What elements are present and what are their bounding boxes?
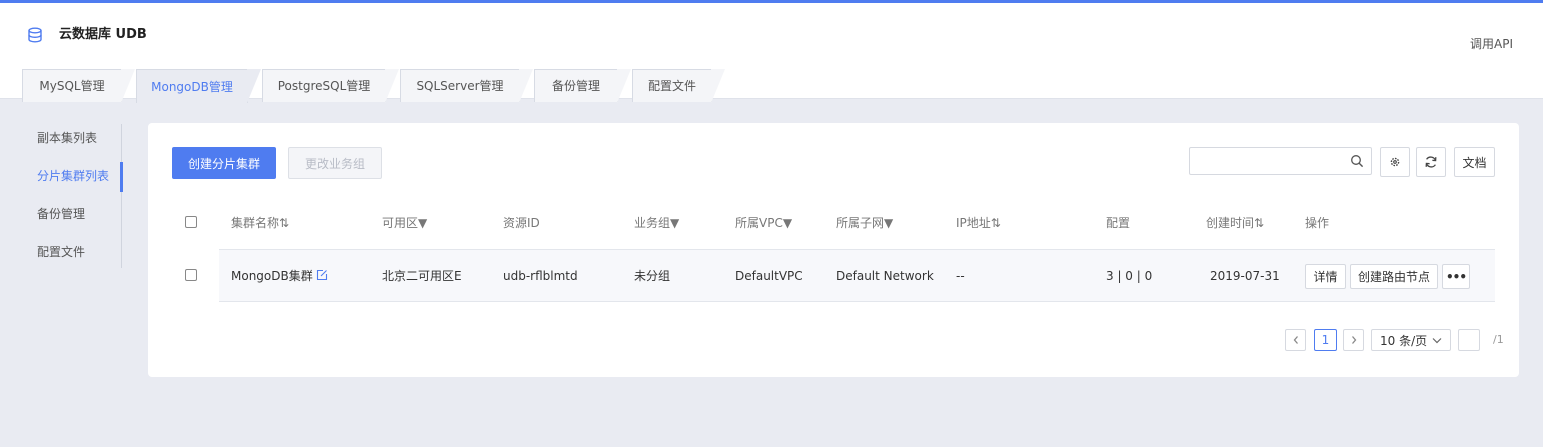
header-subnet[interactable]: 所属子网▼ bbox=[836, 215, 893, 231]
cell-vpc: DefaultVPC bbox=[735, 269, 803, 283]
sidebar-item-replica-set[interactable]: 副本集列表 bbox=[37, 130, 97, 146]
gear-icon bbox=[1390, 157, 1400, 167]
page-header: 云数据库 UDB 调用API MySQL管理 MongoDB管理 Postgre… bbox=[0, 3, 1543, 103]
chevron-left-icon bbox=[1293, 336, 1298, 344]
sidebar-active-marker bbox=[120, 162, 123, 192]
sidebar-item-sharded-cluster[interactable]: 分片集群列表 bbox=[37, 168, 109, 184]
sidebar-item-config-file[interactable]: 配置文件 bbox=[37, 244, 85, 260]
tab-mysql[interactable]: MySQL管理 bbox=[22, 69, 135, 103]
select-all-checkbox[interactable] bbox=[185, 216, 197, 228]
row-checkbox[interactable] bbox=[185, 269, 197, 281]
cell-created-time: 2019-07-31 bbox=[1210, 269, 1280, 283]
cell-business-group: 未分组 bbox=[634, 269, 671, 283]
header-resource-id: 资源ID bbox=[503, 216, 540, 230]
cell-ip-address: -- bbox=[956, 269, 965, 283]
header-ip-address[interactable]: IP地址⇅ bbox=[956, 215, 1001, 231]
chevron-down-icon bbox=[1432, 338, 1442, 344]
refresh-icon bbox=[1425, 156, 1437, 168]
tab-backup[interactable]: 备份管理 bbox=[534, 69, 631, 103]
header-actions: 操作 bbox=[1305, 216, 1330, 230]
page-size-select[interactable]: 10 条/页 bbox=[1371, 329, 1451, 351]
header-vpc[interactable]: 所属VPC▼ bbox=[735, 215, 792, 231]
header-config: 配置 bbox=[1106, 216, 1131, 230]
detail-button[interactable]: 详情 bbox=[1305, 264, 1346, 289]
cell-zone: 北京二可用区E bbox=[382, 269, 462, 283]
header-created-time[interactable]: 创建时间⇅ bbox=[1206, 215, 1264, 231]
header-zone[interactable]: 可用区▼ bbox=[382, 215, 427, 231]
database-icon bbox=[28, 27, 42, 43]
product-tabs: MySQL管理 MongoDB管理 PostgreSQL管理 SQLServer… bbox=[0, 67, 1543, 103]
cell-resource-id: udb-rflblmtd bbox=[503, 269, 578, 283]
header-business-group[interactable]: 业务组▼ bbox=[634, 215, 679, 231]
prev-page-button[interactable] bbox=[1285, 329, 1306, 351]
more-actions-button[interactable]: ••• bbox=[1442, 264, 1470, 289]
refresh-button[interactable] bbox=[1416, 147, 1446, 177]
cell-subnet: Default Network bbox=[836, 269, 934, 283]
tab-config-file[interactable]: 配置文件 bbox=[632, 69, 725, 103]
search-icon[interactable] bbox=[1350, 154, 1364, 168]
cell-config: 3 | 0 | 0 bbox=[1106, 269, 1153, 283]
tab-mongodb[interactable]: MongoDB管理 bbox=[136, 69, 261, 103]
header-cluster-name[interactable]: 集群名称⇅ bbox=[231, 215, 289, 231]
app-title: 云数据库 UDB bbox=[59, 27, 147, 42]
tab-postgresql[interactable]: PostgreSQL管理 bbox=[262, 69, 399, 103]
sidebar-item-backup[interactable]: 备份管理 bbox=[37, 206, 85, 222]
cell-cluster-name: MongoDB集群 bbox=[231, 269, 313, 283]
create-sharded-cluster-button[interactable]: 创建分片集群 bbox=[172, 147, 276, 179]
settings-button[interactable] bbox=[1380, 147, 1410, 177]
page-jump-input[interactable] bbox=[1458, 329, 1480, 351]
main-panel: 创建分片集群 更改业务组 文档 集群名称⇅ 可用区▼ 资源ID 业务组▼ 所属V… bbox=[148, 123, 1519, 377]
page-number-button[interactable]: 1 bbox=[1314, 329, 1337, 351]
page-total: /1 bbox=[1493, 333, 1504, 346]
edit-icon[interactable] bbox=[316, 269, 328, 281]
sidebar: 副本集列表 分片集群列表 备份管理 配置文件 bbox=[24, 124, 123, 268]
chevron-right-icon bbox=[1351, 336, 1356, 344]
api-link[interactable]: 调用API bbox=[1470, 36, 1513, 52]
docs-button[interactable]: 文档 bbox=[1454, 147, 1495, 177]
tab-sqlserver[interactable]: SQLServer管理 bbox=[400, 69, 533, 103]
next-page-button[interactable] bbox=[1343, 329, 1364, 351]
search-input[interactable] bbox=[1189, 147, 1372, 175]
change-group-button[interactable]: 更改业务组 bbox=[288, 147, 382, 179]
create-router-node-button[interactable]: 创建路由节点 bbox=[1350, 264, 1438, 289]
